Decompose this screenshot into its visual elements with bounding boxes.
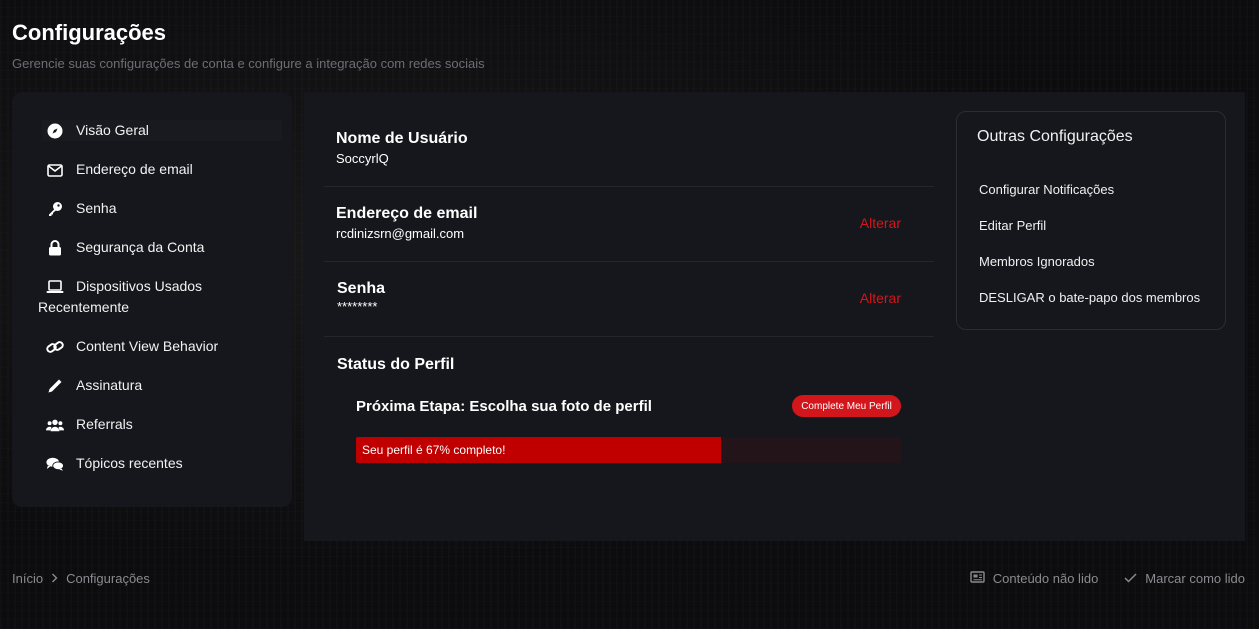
newspaper-icon: [970, 571, 985, 586]
profile-status-title: Status do Perfil: [337, 356, 455, 373]
breadcrumb-home-link[interactable]: Início: [12, 571, 43, 586]
other-settings-title: Outras Configurações: [977, 128, 1133, 145]
sidebar-item-label: Senha: [76, 200, 117, 216]
sidebar-item-signature[interactable]: Assinatura: [42, 375, 282, 396]
email-row: Endereço de email rcdinizsrn@gmail.com A…: [324, 205, 934, 241]
divider: [324, 186, 934, 187]
sidebar-item-label: Dispositivos Usados: [76, 278, 203, 294]
sidebar-item-label: Referrals: [76, 416, 133, 432]
sidebar-item-recent-devices[interactable]: Dispositivos Usados Recentemente: [38, 276, 282, 318]
password-value: ********: [337, 299, 378, 314]
key-icon: [46, 200, 64, 218]
page-subtitle: Gerencie suas configurações de conta e c…: [12, 56, 485, 71]
sidebar-item-referrals[interactable]: Referrals: [42, 414, 282, 435]
footer-actions: Conteúdo não lido Marcar como lido: [970, 571, 1245, 586]
breadcrumb: Início Configurações: [12, 571, 150, 586]
disable-member-chat-link[interactable]: DESLIGAR o bate-papo dos membros: [979, 290, 1200, 305]
lock-icon: [46, 239, 64, 257]
username-value: SoccyrlQ: [336, 151, 389, 166]
divider: [324, 261, 934, 262]
password-title: Senha: [337, 280, 386, 297]
checkmark-icon: [1124, 571, 1137, 586]
other-settings-box: Outras Configurações Configurar Notifica…: [956, 111, 1226, 330]
pencil-icon: [46, 377, 64, 395]
breadcrumb-current: Configurações: [66, 571, 150, 586]
sidebar-item-overview[interactable]: Visão Geral: [42, 120, 282, 141]
ignored-members-link[interactable]: Membros Ignorados: [979, 254, 1095, 269]
username-row: Nome de Usuário SoccyrlQ: [324, 130, 934, 166]
sidebar-item-account-security[interactable]: Segurança da Conta: [42, 237, 282, 258]
users-icon: [46, 416, 64, 434]
sidebar-item-email[interactable]: Endereço de email: [42, 159, 282, 180]
compass-icon: [46, 122, 64, 140]
sidebar-item-label: Tópicos recentes: [76, 455, 183, 471]
chevron-right-icon: [51, 571, 58, 586]
settings-main-panel: Nome de Usuário SoccyrlQ Endereço de ema…: [304, 92, 1245, 541]
sidebar-item-label: Segurança da Conta: [76, 239, 205, 255]
complete-profile-button[interactable]: Complete Meu Perfil: [792, 395, 901, 417]
password-row: Senha ******** Alterar: [324, 280, 934, 314]
sidebar-item-recent-topics[interactable]: Tópicos recentes: [42, 453, 282, 474]
sidebar-item-label: Endereço de email: [76, 161, 193, 177]
sidebar-item-password[interactable]: Senha: [42, 198, 282, 219]
sidebar-item-content-view-behavior[interactable]: Content View Behavior: [42, 336, 282, 357]
configure-notifications-link[interactable]: Configurar Notificações: [979, 182, 1114, 197]
next-step-text: Próxima Etapa: Escolha sua foto de perfi…: [356, 398, 652, 415]
sidebar-item-label: Visão Geral: [76, 122, 149, 138]
sidebar-item-label-continued: Recentemente: [38, 299, 130, 315]
profile-progress-bar: Seu perfil é 67% completo!: [356, 437, 901, 463]
email-title: Endereço de email: [336, 205, 478, 222]
sidebar-item-label: Assinatura: [76, 377, 143, 393]
settings-sidebar: Visão Geral Endereço de email Senha Segu…: [12, 92, 292, 507]
laptop-icon: [46, 278, 64, 296]
change-password-link[interactable]: Alterar: [860, 290, 901, 306]
change-email-link[interactable]: Alterar: [860, 215, 901, 231]
envelope-icon: [46, 161, 64, 179]
profile-progress-fill: Seu perfil é 67% completo!: [356, 437, 722, 463]
mark-read-link[interactable]: Marcar como lido: [1145, 571, 1245, 586]
edit-profile-link[interactable]: Editar Perfil: [979, 218, 1046, 233]
comments-icon: [46, 455, 64, 473]
username-title: Nome de Usuário: [336, 130, 468, 147]
page-title: Configurações: [12, 20, 167, 45]
profile-progress-text: Seu perfil é 67% completo!: [362, 443, 506, 457]
divider: [324, 336, 934, 337]
link-icon: [46, 338, 64, 356]
sidebar-item-label: Content View Behavior: [76, 338, 219, 354]
unread-content-link[interactable]: Conteúdo não lido: [993, 571, 1099, 586]
email-value: rcdinizsrn@gmail.com: [336, 226, 465, 241]
